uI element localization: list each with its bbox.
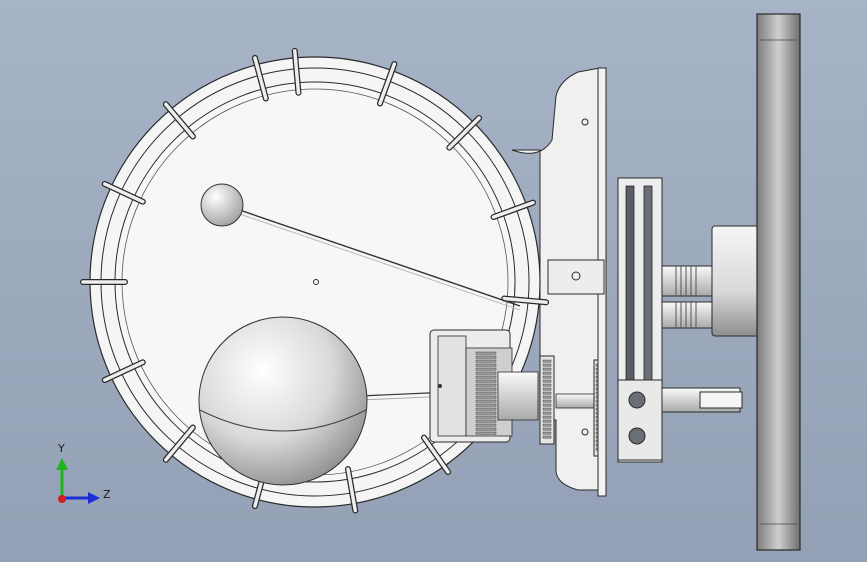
x-axis-dot <box>58 495 66 503</box>
large-sphere-icon[interactable] <box>198 316 368 486</box>
triad-icon: Y Z <box>56 442 111 504</box>
motor-cylinder[interactable] <box>711 225 761 337</box>
bearing-block[interactable] <box>617 379 663 461</box>
z-axis-label: Z <box>103 488 111 501</box>
y-axis-label: Y <box>57 442 65 455</box>
flywheel-icon[interactable] <box>756 13 801 551</box>
cad-viewport[interactable]: Y Z <box>0 0 867 562</box>
small-sphere-icon[interactable] <box>200 183 244 227</box>
assembly-drawing[interactable]: Y Z <box>0 0 867 562</box>
